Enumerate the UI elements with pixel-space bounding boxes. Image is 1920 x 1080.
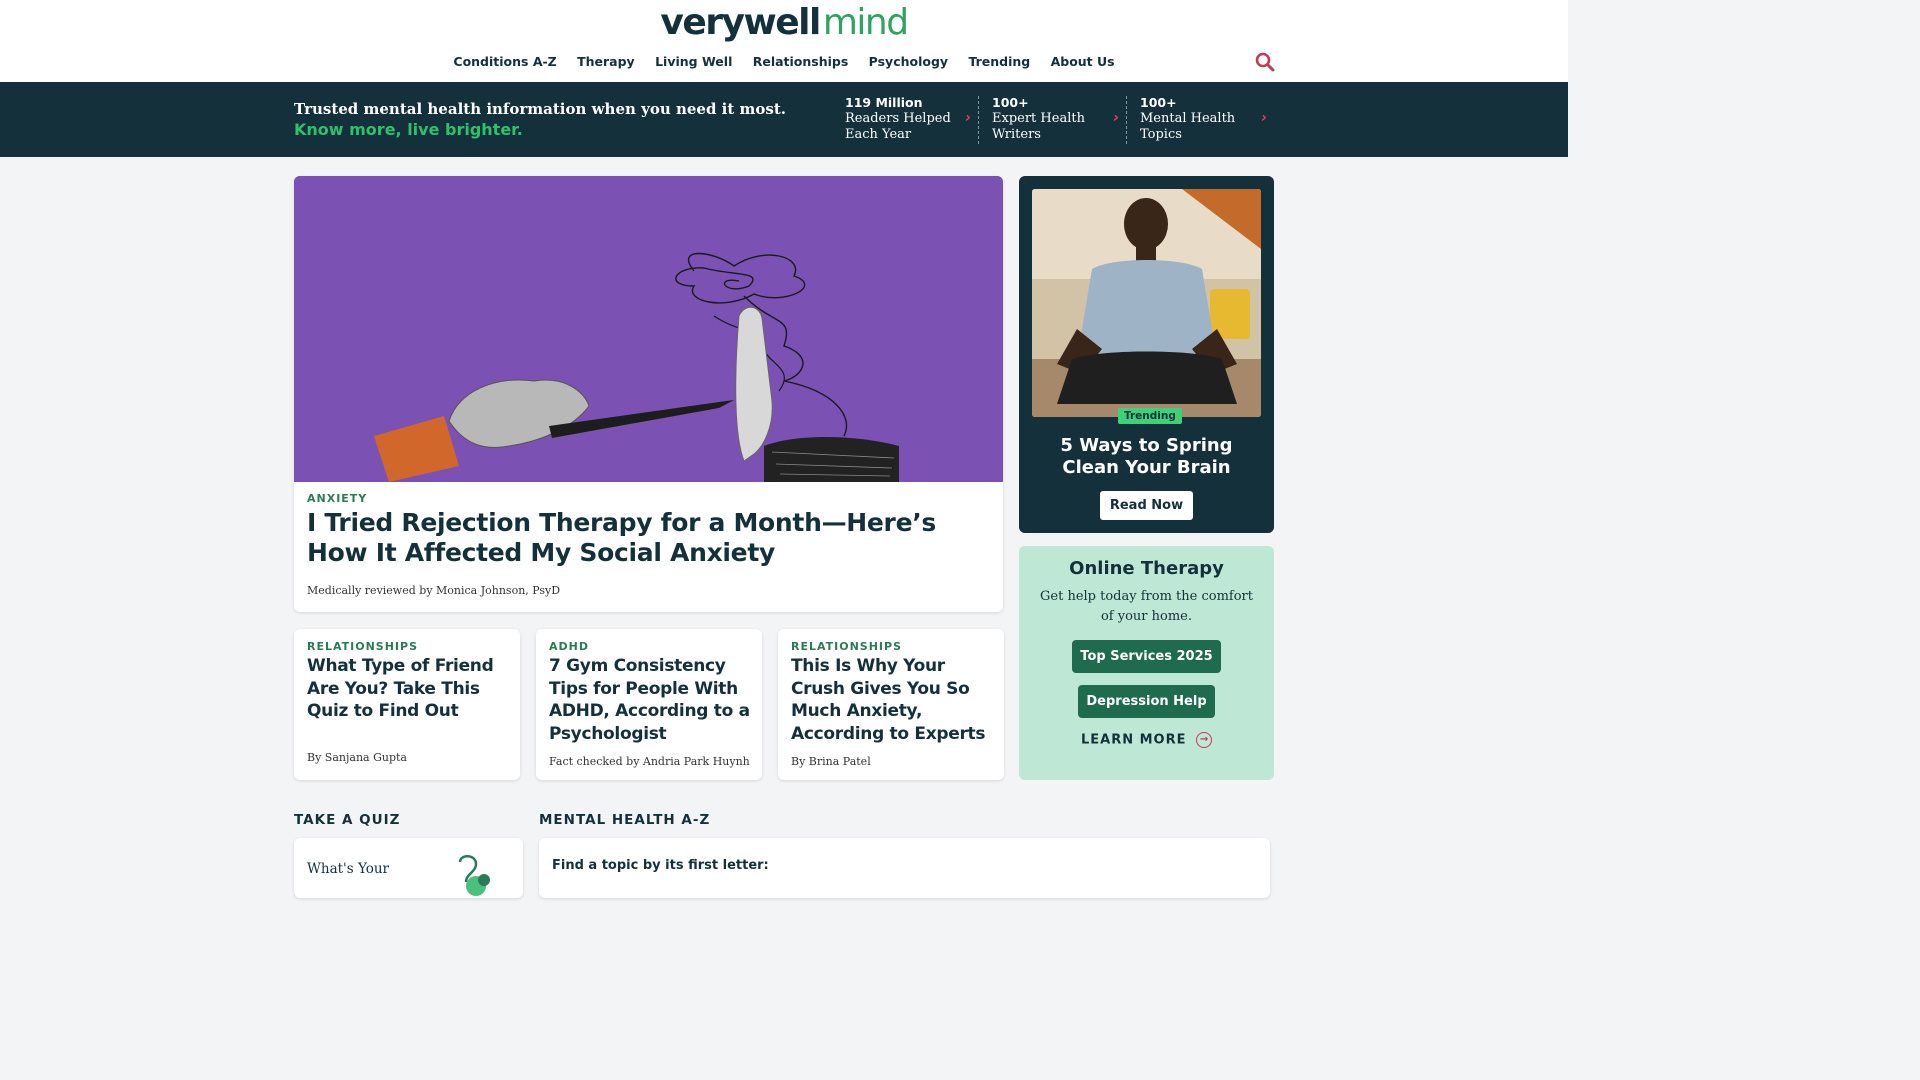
- trending-badge: Trending: [1118, 408, 1182, 424]
- stat-writers[interactable]: 100+ Expert Health Writers ›: [992, 95, 1119, 145]
- az-prompt: Find a topic by its first letter:: [552, 858, 769, 873]
- stat-label-1: Expert Health: [992, 111, 1085, 126]
- card-category[interactable]: RELATIONSHIPS: [307, 640, 418, 653]
- logo-sub: mind: [822, 2, 909, 43]
- card-title[interactable]: 7 Gym Consistency Tips for People With A…: [549, 655, 754, 745]
- site-header: verywellmind Conditions A-Z Therapy Livi…: [0, 0, 1568, 82]
- read-now-button[interactable]: Read Now: [1100, 491, 1193, 520]
- article-card[interactable]: RELATIONSHIPS What Type of Friend Are Yo…: [294, 629, 520, 780]
- quiz-illustration-icon: [458, 855, 490, 896]
- nav-conditions[interactable]: Conditions A-Z: [453, 54, 556, 69]
- hero-category[interactable]: ANXIETY: [307, 492, 367, 505]
- trending-card[interactable]: Trending 5 Ways to Spring Clean Your Bra…: [1019, 176, 1274, 533]
- learn-more-link[interactable]: LEARN MORE →: [1019, 732, 1274, 748]
- nav-psychology[interactable]: Psychology: [869, 54, 948, 69]
- az-card: Find a topic by its first letter:: [539, 838, 1270, 898]
- card-title[interactable]: This Is Why Your Crush Gives You So Much…: [791, 655, 996, 745]
- quiz-section-heading: TAKE A QUIZ: [294, 812, 401, 828]
- hero-byline: Medically reviewed by Monica Johnson, Ps…: [307, 584, 561, 597]
- learn-more-label: LEARN MORE: [1080, 732, 1187, 748]
- article-card[interactable]: RELATIONSHIPS This Is Why Your Crush Giv…: [778, 629, 1004, 780]
- stat-number: 100+: [1140, 95, 1177, 110]
- stat-number: 119 Million: [845, 95, 923, 110]
- depression-help-button[interactable]: Depression Help: [1078, 685, 1215, 718]
- card-byline: Fact checked by Andria Park Huynh: [549, 755, 750, 768]
- stat-number: 100+: [992, 95, 1029, 110]
- trending-image: [1032, 189, 1261, 417]
- therapy-subtitle: Get help today from the comfort of your …: [1040, 589, 1253, 624]
- stat-label-2: Writers: [992, 127, 1041, 142]
- stat-label-1: Readers Helped: [845, 111, 951, 126]
- hero-title[interactable]: I Tried Rejection Therapy for a Month—He…: [307, 508, 997, 568]
- arrow-right-circle-icon: →: [1196, 732, 1213, 748]
- stat-label-1: Mental Health: [1140, 111, 1236, 126]
- stat-readers[interactable]: 119 Million Readers Helped Each Year ›: [845, 95, 971, 145]
- stat-label-2: Topics: [1140, 127, 1182, 142]
- nav-living-well[interactable]: Living Well: [655, 54, 732, 69]
- nav-therapy[interactable]: Therapy: [577, 54, 635, 69]
- online-therapy-card: Online Therapy Get help today from the c…: [1019, 546, 1274, 780]
- stat-topics[interactable]: 100+ Mental Health Topics ›: [1140, 95, 1267, 145]
- chevron-right-icon: ›: [1261, 110, 1267, 126]
- card-byline: By Brina Patel: [791, 755, 871, 768]
- main-nav: Conditions A-Z Therapy Living Well Relat…: [0, 54, 1568, 69]
- stat-divider: [1126, 96, 1127, 144]
- nav-relationships[interactable]: Relationships: [753, 54, 849, 69]
- stat-divider: [978, 96, 979, 144]
- trending-title[interactable]: 5 Ways to Spring Clean Your Brain: [1032, 435, 1261, 479]
- card-category[interactable]: RELATIONSHIPS: [791, 640, 902, 653]
- card-title[interactable]: What Type of Friend Are You? Take This Q…: [307, 655, 512, 723]
- search-icon[interactable]: [1255, 52, 1275, 72]
- trust-banner: Trusted mental health information when y…: [0, 82, 1568, 157]
- banner-headline: Trusted mental health information when y…: [294, 100, 786, 118]
- az-section-heading: MENTAL HEALTH A-Z: [539, 812, 711, 828]
- article-card[interactable]: ADHD 7 Gym Consistency Tips for People W…: [536, 629, 762, 780]
- chevron-right-icon: ›: [1113, 110, 1119, 126]
- therapy-title: Online Therapy: [1069, 558, 1224, 579]
- nav-about-us[interactable]: About Us: [1051, 54, 1115, 69]
- logo-main: verywell: [660, 2, 821, 43]
- card-byline: By Sanjana Gupta: [307, 751, 407, 764]
- chevron-right-icon: ›: [965, 110, 971, 126]
- banner-tagline: Know more, live brighter.: [294, 120, 523, 139]
- hero-image: [294, 176, 1003, 482]
- site-logo[interactable]: verywellmind: [0, 2, 1568, 43]
- quiz-text[interactable]: What's Your: [307, 861, 389, 877]
- top-services-button[interactable]: Top Services 2025: [1072, 640, 1221, 673]
- quiz-card[interactable]: What's Your: [294, 838, 523, 898]
- nav-trending[interactable]: Trending: [968, 54, 1030, 69]
- hero-article[interactable]: ANXIETY I Tried Rejection Therapy for a …: [294, 176, 1003, 612]
- stat-label-2: Each Year: [845, 127, 912, 142]
- card-category[interactable]: ADHD: [549, 640, 589, 653]
